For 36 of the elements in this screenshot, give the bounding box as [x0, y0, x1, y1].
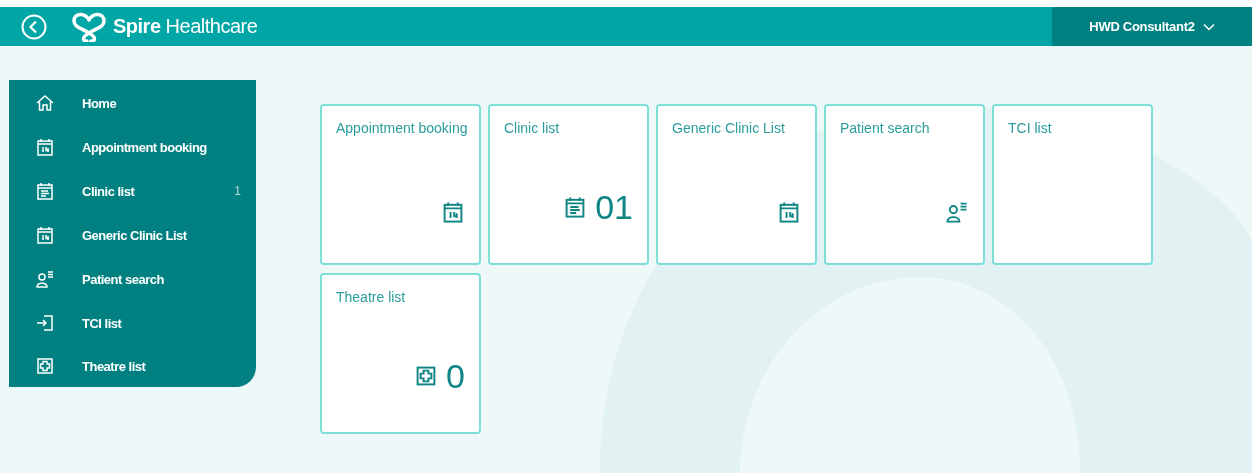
sidebar-item[interactable]: Generic Clinic List — [9, 213, 256, 257]
item-count: 1 — [234, 184, 241, 198]
dashboard-tile[interactable]: Clinic list 01 — [488, 104, 649, 265]
sidebar-item[interactable]: TCI list — [9, 301, 256, 345]
user-menu-button[interactable]: HWD Consultant2 — [1052, 7, 1252, 46]
back-button[interactable] — [21, 13, 47, 40]
dashboard-tile[interactable]: TCI list — [992, 104, 1153, 265]
sidebar-item[interactable]: Appointment booking — [9, 125, 256, 169]
calendar-icon — [35, 225, 55, 245]
sidebar-item[interactable]: Clinic list 1 — [9, 169, 256, 213]
brand-name: Spire Healthcare — [113, 15, 258, 38]
sidebar-item[interactable]: Theatre list — [9, 345, 256, 387]
tile-title: Clinic list — [504, 119, 561, 138]
sidebar-item[interactable]: Home — [9, 81, 256, 125]
home-icon — [35, 93, 55, 113]
calendar-icon — [441, 199, 465, 225]
tile-title: Theatre list — [336, 288, 407, 307]
tile-count: 0 — [446, 358, 465, 394]
medical-cross-icon — [35, 356, 55, 376]
chevron-down-icon — [1202, 22, 1215, 31]
person-list-icon — [35, 269, 55, 289]
heart-logo-icon — [71, 11, 107, 42]
tile-title: Patient search — [840, 119, 931, 138]
dashboard-tile[interactable]: Generic Clinic List — [656, 104, 817, 265]
calendar-icon — [35, 137, 55, 157]
sidebar-item[interactable]: Patient search — [9, 257, 256, 301]
dashboard-tile[interactable]: Theatre list 0 — [320, 273, 481, 434]
tile-title: Generic Clinic List — [672, 119, 786, 138]
tile-title: TCI list — [1008, 119, 1053, 138]
enter-icon — [35, 313, 55, 333]
dashboard-tile[interactable]: Appointment booking — [320, 104, 481, 265]
tile-count: 01 — [595, 189, 633, 225]
calendar-icon — [777, 199, 801, 225]
calendar-list-icon — [35, 181, 55, 201]
tile-title: Appointment booking — [336, 119, 468, 138]
dashboard-tile[interactable]: Patient search — [824, 104, 985, 265]
